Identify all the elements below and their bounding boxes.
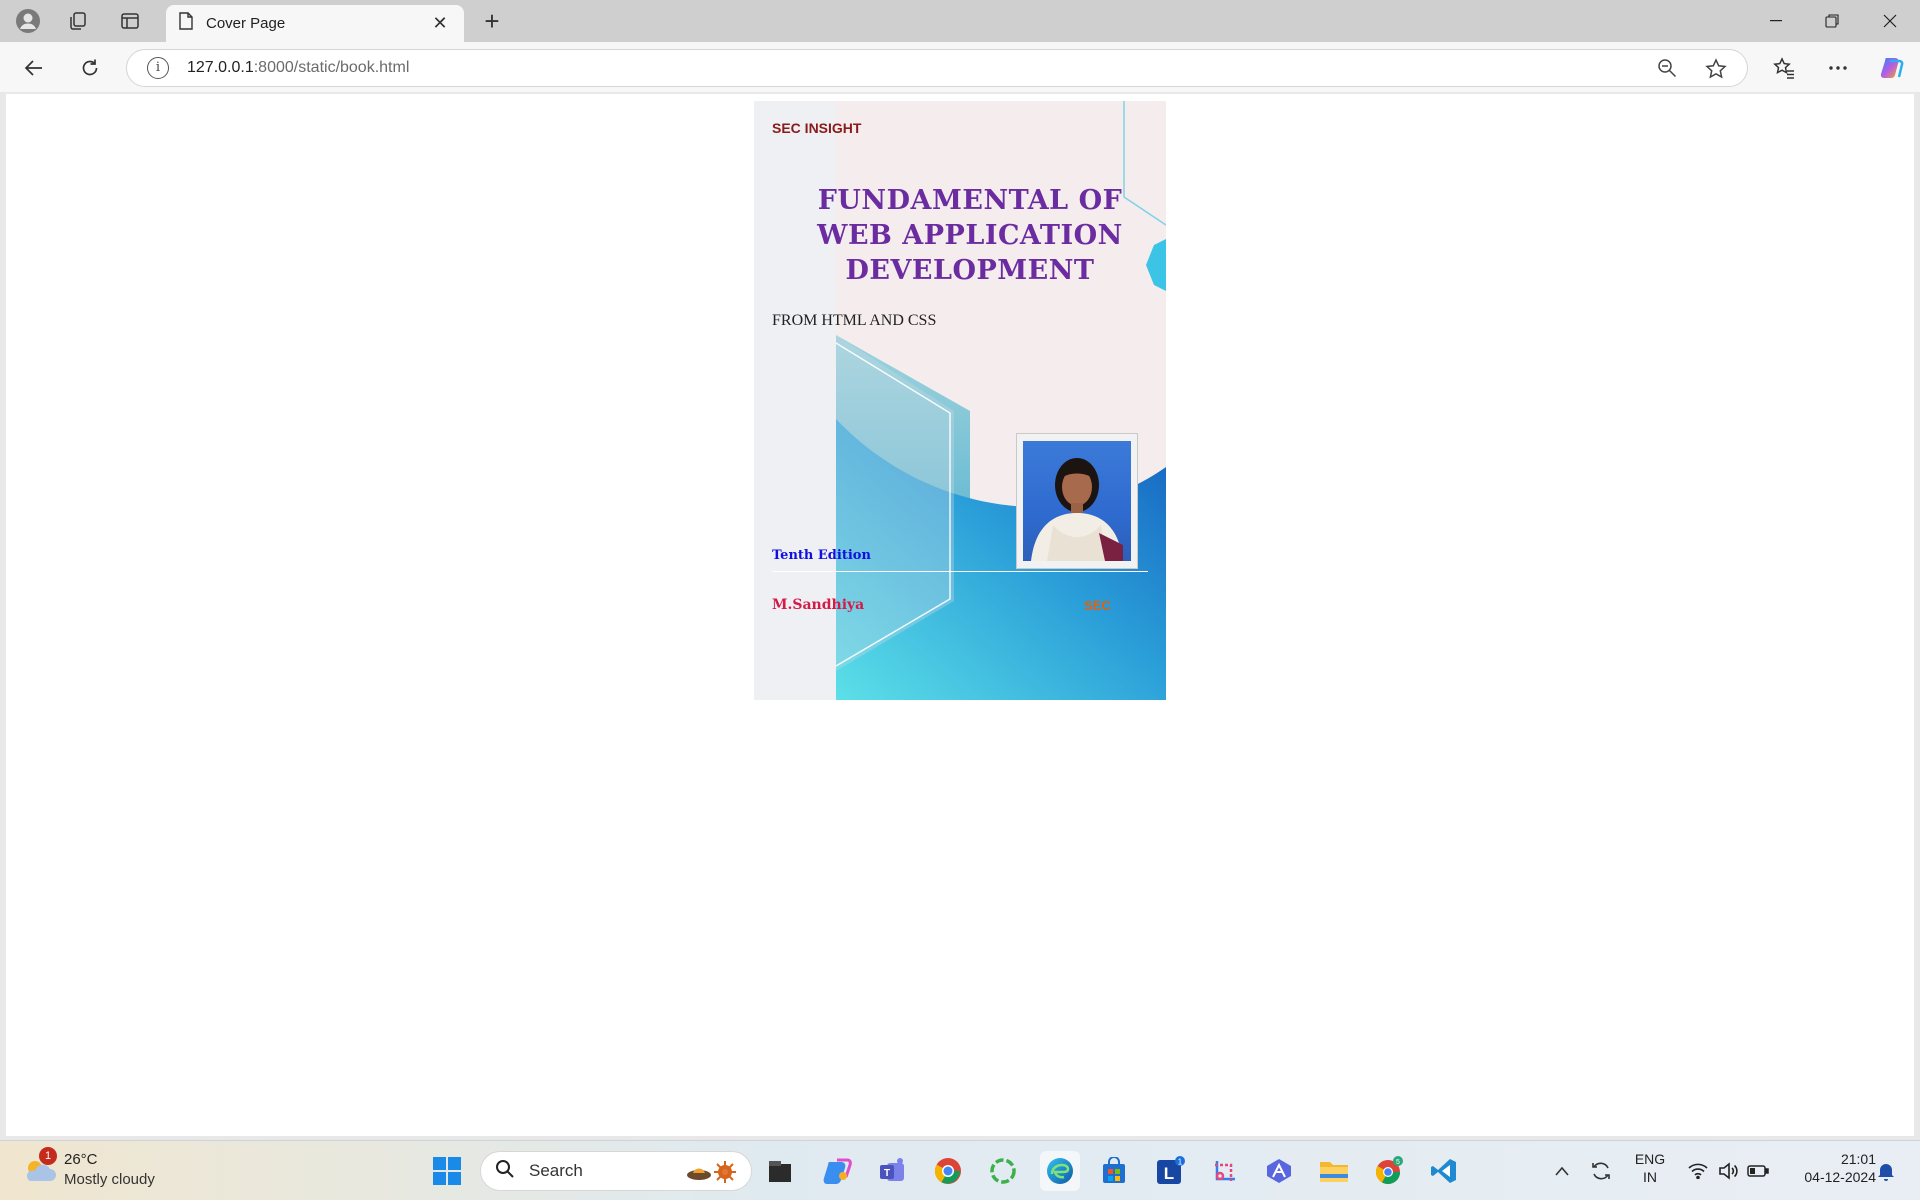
chrome-profile-icon[interactable]: 5	[1369, 1151, 1409, 1191]
book-cover: SEC INSIGHT FUNDAMENTAL OF WEB APPLICATI…	[754, 101, 1166, 700]
refresh-icon[interactable]	[72, 50, 108, 86]
brand-label: SEC INSIGHT	[772, 120, 862, 136]
svg-text:5: 5	[1396, 1159, 1400, 1166]
copilot-app-icon[interactable]	[818, 1151, 858, 1191]
site-info-icon[interactable]: i	[147, 57, 169, 79]
minimize-icon[interactable]	[1750, 0, 1802, 42]
svg-text:1: 1	[1178, 1158, 1183, 1167]
search-icon	[495, 1159, 515, 1184]
language-indicator[interactable]: ENG IN	[1630, 1151, 1670, 1185]
sync-icon[interactable]	[1582, 1151, 1620, 1191]
title-line-2: WEB APPLICATION	[817, 220, 1123, 251]
author-name: M.Sandhiya	[772, 597, 865, 613]
clock-time: 21:01	[1840, 1151, 1876, 1167]
taskbar: 1 26°C Mostly cloudy Search T L1 5 ENG I…	[0, 1140, 1920, 1200]
app-icon[interactable]	[1259, 1151, 1299, 1191]
zoom-out-icon[interactable]	[1657, 58, 1677, 83]
language-code: ENG	[1634, 1151, 1666, 1167]
collections-icon[interactable]	[58, 6, 98, 36]
ring-app-icon[interactable]	[983, 1151, 1023, 1191]
new-tab-button[interactable]: +	[478, 8, 506, 36]
clock-date: 04-12-2024	[1804, 1169, 1876, 1185]
publisher-label: SEC	[1084, 598, 1111, 613]
weather-description: Mostly cloudy	[64, 1171, 155, 1188]
edge-icon[interactable]	[1040, 1151, 1080, 1191]
tab-actions-icon[interactable]	[110, 6, 150, 36]
l-app-icon[interactable]: L1	[1150, 1151, 1190, 1191]
clock[interactable]: 21:01 04-12-2024	[1780, 1151, 1876, 1185]
web-content: SEC INSIGHT FUNDAMENTAL OF WEB APPLICATI…	[6, 94, 1914, 1136]
page-icon	[178, 12, 194, 35]
teams-icon[interactable]: T	[873, 1151, 913, 1191]
url-text[interactable]: 127.0.0.1:8000/static/book.html	[187, 59, 409, 77]
author-photo-frame	[1016, 433, 1138, 569]
title-line-3: DEVELOPMENT	[845, 255, 1095, 286]
file-explorer-icon[interactable]	[1314, 1151, 1354, 1191]
search-highlight-icon	[685, 1159, 737, 1190]
title-bar: Cover Page ✕ +	[0, 0, 1920, 42]
close-window-icon[interactable]	[1864, 0, 1916, 42]
file-explorer-dark-icon[interactable]	[760, 1151, 800, 1191]
edition-label: Tenth Edition	[772, 548, 871, 563]
store-icon[interactable]	[1094, 1151, 1134, 1191]
region-code: IN	[1643, 1169, 1657, 1185]
title-line-1: FUNDAMENTAL OF	[817, 185, 1123, 216]
close-tab-icon[interactable]: ✕	[428, 12, 452, 36]
weather-alert-badge: 1	[39, 1147, 57, 1165]
battery-icon[interactable]	[1738, 1151, 1778, 1191]
author-photo	[1023, 441, 1131, 561]
restore-icon[interactable]	[1806, 0, 1858, 42]
svg-text:L: L	[1164, 1164, 1174, 1183]
snipping-tool-icon[interactable]	[1205, 1151, 1245, 1191]
svg-text:T: T	[884, 1168, 890, 1179]
search-placeholder: Search	[529, 1161, 583, 1180]
divider-line	[772, 571, 1148, 572]
more-menu-icon[interactable]	[1820, 50, 1856, 86]
vscode-icon[interactable]	[1424, 1151, 1464, 1191]
start-icon[interactable]	[427, 1151, 467, 1191]
tab-cover-page[interactable]: Cover Page ✕	[166, 5, 464, 42]
weather-temperature: 26°C	[64, 1151, 98, 1168]
notification-bell-icon[interactable]	[1866, 1151, 1906, 1191]
chrome-icon[interactable]	[928, 1151, 968, 1191]
book-subtitle: FROM HTML AND CSS	[772, 312, 937, 329]
tab-title: Cover Page	[206, 15, 286, 32]
weather-widget[interactable]: 1 26°C Mostly cloudy	[20, 1147, 180, 1193]
copilot-icon[interactable]	[1874, 50, 1910, 86]
favorite-star-icon[interactable]	[1705, 58, 1727, 85]
back-icon[interactable]	[16, 50, 52, 86]
taskbar-search-input[interactable]: Search	[480, 1151, 752, 1191]
book-title: FUNDAMENTAL OF WEB APPLICATION DEVELOPME…	[790, 183, 1150, 288]
address-bar[interactable]: i 127.0.0.1:8000/static/book.html	[126, 49, 1748, 87]
favorites-icon[interactable]	[1766, 50, 1802, 86]
profile-icon[interactable]	[8, 6, 48, 36]
navigation-bar: i 127.0.0.1:8000/static/book.html	[0, 42, 1920, 92]
chevron-up-icon[interactable]	[1542, 1151, 1582, 1191]
